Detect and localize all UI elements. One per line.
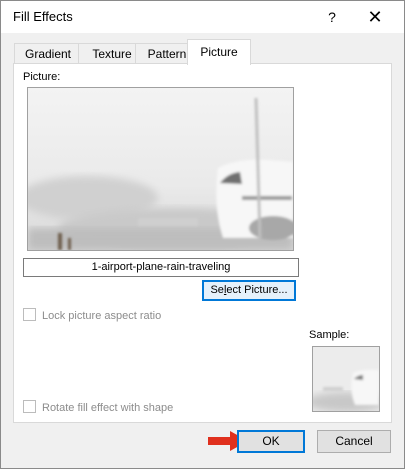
rotate-fill-label: Rotate fill effect with shape bbox=[42, 402, 174, 414]
airplane-picture bbox=[28, 88, 293, 250]
sample-preview bbox=[312, 346, 380, 412]
picture-preview bbox=[27, 87, 294, 251]
close-icon[interactable]: ✕ bbox=[362, 5, 388, 29]
ok-button[interactable]: OK bbox=[237, 430, 305, 453]
lock-aspect-ratio-option[interactable]: Lock picture aspect ratio bbox=[23, 308, 161, 322]
lock-aspect-checkbox[interactable] bbox=[23, 308, 36, 321]
picture-label: Picture: bbox=[23, 71, 61, 83]
help-button[interactable]: ? bbox=[319, 5, 345, 29]
rotate-fill-option[interactable]: Rotate fill effect with shape bbox=[23, 400, 173, 414]
rotate-fill-checkbox[interactable] bbox=[23, 400, 36, 413]
sample-label: Sample: bbox=[309, 329, 350, 341]
sample-picture bbox=[313, 347, 379, 411]
tab-gradient[interactable]: Gradient bbox=[14, 43, 82, 64]
dialog-title: Fill Effects bbox=[13, 9, 73, 24]
lock-aspect-label: Lock picture aspect ratio bbox=[42, 310, 162, 322]
select-picture-button[interactable]: Select Picture... bbox=[202, 280, 296, 301]
title-bar: Fill Effects ? ✕ bbox=[1, 1, 404, 33]
tab-picture[interactable]: Picture bbox=[187, 39, 251, 65]
fill-effects-dialog: Fill Effects ? ✕ Gradient Texture Patter… bbox=[0, 0, 405, 469]
picture-name-field: 1-airport-plane-rain-traveling bbox=[23, 258, 299, 277]
select-picture-label: Select Picture... bbox=[210, 284, 288, 296]
cancel-button[interactable]: Cancel bbox=[317, 430, 391, 453]
